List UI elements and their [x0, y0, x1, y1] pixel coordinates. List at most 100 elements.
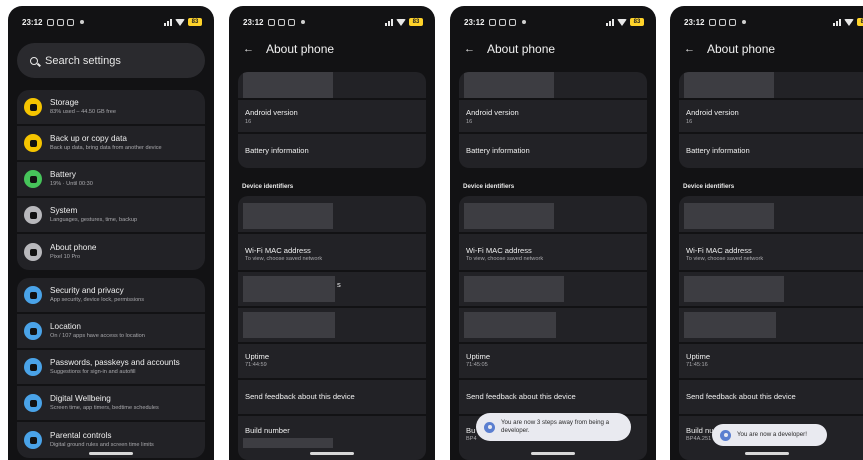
settings-item-system[interactable]: System Languages, gestures, time, backup: [17, 198, 205, 234]
status-time: 23:12: [243, 17, 264, 27]
location-icon: [24, 322, 42, 340]
battery-information-row[interactable]: Battery information: [238, 134, 426, 168]
uptime-row[interactable]: Uptime 71:45:16: [679, 344, 863, 380]
redacted-block: [684, 72, 774, 98]
send-feedback-row[interactable]: Send feedback about this device: [679, 380, 863, 416]
search-placeholder: Search settings: [45, 54, 121, 67]
settings-group-security: Security and privacy App security, device…: [17, 278, 205, 458]
back-arrow-icon[interactable]: ←: [684, 43, 695, 55]
notification-icon: [57, 18, 65, 26]
row-title: Battery information: [245, 146, 309, 155]
row-value: To view, choose saved network: [686, 256, 764, 262]
wifi-icon: [396, 18, 406, 26]
redacted-row: [238, 196, 426, 234]
row-title: Send feedback about this device: [245, 392, 355, 401]
redacted-row: [238, 308, 426, 344]
wifi-mac-row[interactable]: Wi-Fi MAC address To view, choose saved …: [459, 234, 647, 272]
row-title: s: [337, 280, 341, 289]
redacted-block: [243, 312, 335, 338]
send-feedback-row[interactable]: Send feedback about this device: [459, 380, 647, 416]
device-identifiers-card: Wi-Fi MAC address To view, choose saved …: [238, 196, 426, 460]
row-title: Uptime: [466, 352, 491, 361]
redacted-row: [459, 272, 647, 308]
more-notifications-icon: [80, 20, 85, 24]
battery-status-icon: 83: [409, 18, 423, 26]
signal-icon: [385, 18, 393, 26]
settings-item-title: Battery: [50, 170, 76, 179]
notification-icon: [719, 18, 727, 26]
settings-item-title: Passwords, passkeys and accounts: [50, 358, 180, 367]
status-bar: 23:12 83: [684, 15, 863, 29]
row-value: To view, choose saved network: [466, 256, 544, 262]
settings-item-backup[interactable]: Back up or copy data Back up data, bring …: [17, 126, 205, 162]
battery-information-row[interactable]: Battery information: [459, 134, 647, 168]
search-icon: [30, 56, 38, 65]
settings-item-storage[interactable]: Storage 83% used – 44.50 GB free: [17, 90, 205, 126]
android-version-row[interactable]: Android version 16: [238, 100, 426, 134]
android-version-row[interactable]: Android version 16: [679, 100, 863, 134]
settings-item-passwords[interactable]: Passwords, passkeys and accounts Suggesti…: [17, 350, 205, 386]
signal-icon: [164, 18, 172, 26]
redacted-block: [684, 203, 774, 229]
settings-item-battery[interactable]: Battery 19% · Until 00:30: [17, 162, 205, 198]
settings-item-about-phone[interactable]: About phone Pixel 10 Pro: [17, 234, 205, 270]
signal-icon: [833, 18, 841, 26]
battery-status-icon: 83: [857, 18, 863, 26]
app-bar: ← About phone: [464, 42, 555, 56]
row-title: Send feedback about this device: [466, 392, 576, 401]
row-title: Battery information: [466, 146, 530, 155]
settings-item-title: System: [50, 206, 78, 215]
gesture-nav-handle[interactable]: [310, 452, 354, 455]
row-value: 16: [245, 119, 252, 125]
battery-information-row[interactable]: Battery information: [679, 134, 863, 168]
section-header: Device identifiers: [463, 183, 515, 190]
notification-icon: [729, 18, 737, 26]
android-version-row[interactable]: Android version 16: [459, 100, 647, 134]
redacted-row: [459, 308, 647, 344]
wifi-mac-row[interactable]: Wi-Fi MAC address To view, choose saved …: [238, 234, 426, 272]
settings-item-security[interactable]: Security and privacy App security, device…: [17, 278, 205, 314]
storage-icon: [24, 98, 42, 116]
developer-steps-toast: You are now 3 steps away from being a de…: [476, 413, 631, 441]
back-arrow-icon[interactable]: ←: [243, 43, 254, 55]
settings-item-title: Location: [50, 322, 81, 331]
uptime-row[interactable]: Uptime 71:44:59: [238, 344, 426, 380]
notification-icon: [499, 18, 507, 26]
settings-group-device: Storage 83% used – 44.50 GB free Back up …: [17, 90, 205, 270]
about-card-top: Android version 16 Battery information: [679, 72, 863, 168]
uptime-row[interactable]: Uptime 71:45:05: [459, 344, 647, 380]
gesture-nav-handle[interactable]: [744, 452, 789, 455]
key-icon: [24, 358, 42, 376]
gesture-nav-handle[interactable]: [89, 452, 133, 455]
row-title: Battery information: [686, 146, 750, 155]
battery-status-icon: 83: [188, 18, 202, 26]
about-card-top: Android version 16 Battery information: [459, 72, 647, 168]
settings-item-subtitle: Screen time, app timers, bedtime schedul…: [50, 405, 159, 411]
settings-item-wellbeing[interactable]: Digital Wellbeing Screen time, app timers…: [17, 386, 205, 422]
row-title: Wi-Fi MAC address: [245, 246, 311, 255]
gesture-nav-handle[interactable]: [531, 452, 575, 455]
page-title: About phone: [266, 42, 335, 56]
settings-item-title: Parental controls: [50, 431, 112, 440]
wifi-mac-row[interactable]: Wi-Fi MAC address To view, choose saved …: [679, 234, 863, 272]
redacted-block: [243, 276, 335, 302]
row-value: 71:45:16: [686, 362, 708, 368]
status-bar: 23:12 83: [464, 15, 644, 29]
redacted-block: [243, 72, 333, 98]
redacted-row: [459, 72, 647, 100]
row-title: Android version: [686, 108, 739, 117]
redacted-row: [679, 272, 863, 308]
settings-item-subtitle: On / 107 apps have access to location: [50, 333, 145, 339]
backup-icon: [24, 134, 42, 152]
back-arrow-icon[interactable]: ←: [464, 43, 475, 55]
redacted-row: [679, 72, 863, 100]
settings-item-subtitle: Back up data, bring data from another de…: [50, 145, 162, 151]
settings-item-location[interactable]: Location On / 107 apps have access to loc…: [17, 314, 205, 350]
search-settings-bar[interactable]: Search settings: [17, 43, 205, 78]
notification-icon: [278, 18, 286, 26]
about-phone-screen: 23:12 83 ← About phone Android version 1…: [670, 6, 863, 460]
send-feedback-row[interactable]: Send feedback about this device: [238, 380, 426, 416]
notification-icon: [67, 18, 75, 26]
settings-item-title: Security and privacy: [50, 286, 124, 295]
app-bar: ← About phone: [243, 42, 334, 56]
